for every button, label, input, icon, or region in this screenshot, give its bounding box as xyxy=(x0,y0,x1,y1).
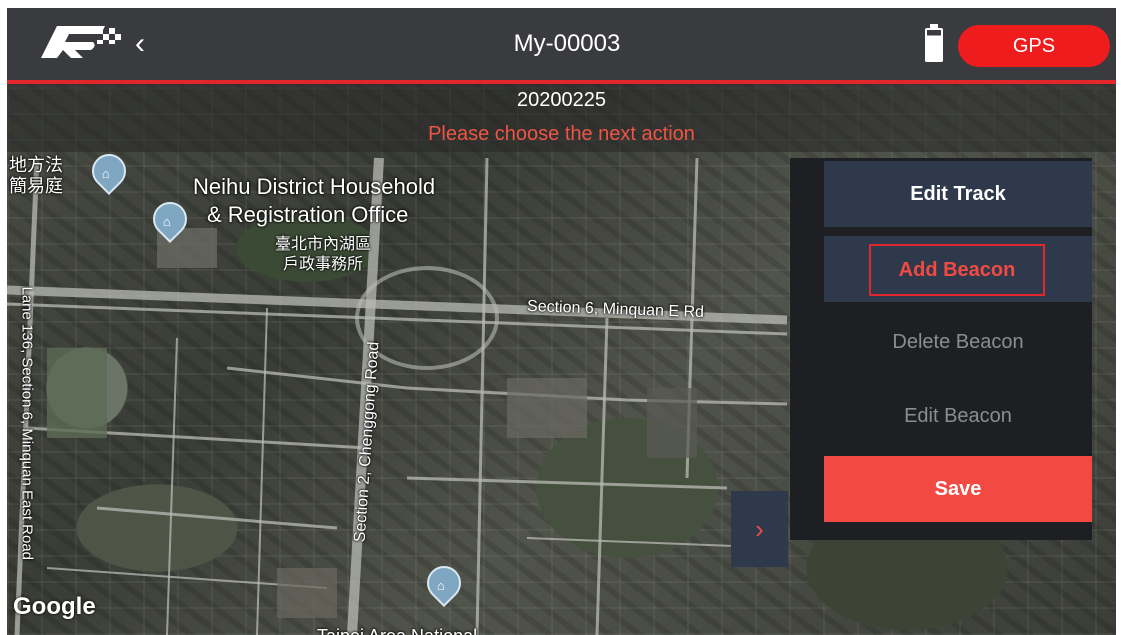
map-label-office-en: Neihu District Household xyxy=(193,174,436,199)
top-bar: ‹ My-00003 GPS xyxy=(7,8,1116,84)
back-chevron-icon[interactable]: ‹ xyxy=(135,26,159,62)
add-beacon-label: Add Beacon xyxy=(869,244,1045,296)
action-panel: Edit Track Add Beacon Delete Beacon Edit… xyxy=(790,158,1092,540)
app-window: 地方法 簡易庭 ⌂ ⌂ Neihu District Household & R… xyxy=(7,8,1116,635)
edit-track-button[interactable]: Edit Track xyxy=(824,161,1092,227)
map-label-national: Taipei Area National xyxy=(317,626,477,635)
map-label-lane-136: Lane 136, Section 6, Minquan East Road xyxy=(18,286,36,561)
delete-beacon-button[interactable]: Delete Beacon xyxy=(824,309,1092,375)
add-beacon-button[interactable]: Add Beacon xyxy=(824,236,1092,302)
track-date: 20200225 xyxy=(517,89,606,111)
edit-beacon-button[interactable]: Edit Beacon xyxy=(824,383,1092,449)
save-button[interactable]: Save xyxy=(824,456,1092,522)
map-label-office-zh-2: 戶政事務所 xyxy=(283,256,364,273)
page-title: My-00003 xyxy=(513,30,621,57)
action-hint: Please choose the next action xyxy=(428,123,695,145)
map-label-court-2: 簡易庭 xyxy=(9,176,63,196)
map-label-office-en-2: & Registration Office xyxy=(207,202,409,227)
info-strip: 20200225 Please choose the next action xyxy=(7,84,1116,152)
google-attribution: Google xyxy=(13,593,96,620)
expand-panel-chevron-icon[interactable]: › xyxy=(731,491,788,567)
battery-icon xyxy=(925,24,943,62)
gps-button[interactable]: GPS xyxy=(958,25,1110,67)
brand-logo-icon xyxy=(41,26,121,58)
